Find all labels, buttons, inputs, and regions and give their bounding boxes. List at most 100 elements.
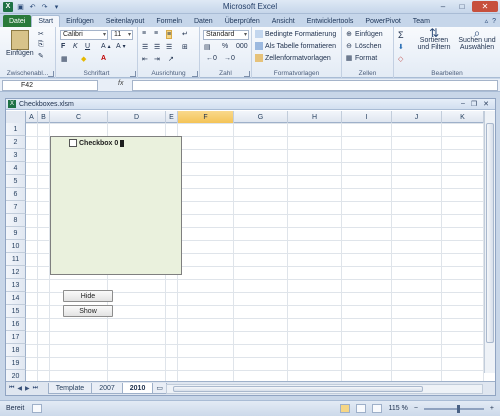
increase-decimal-icon[interactable]: ←0 xyxy=(206,55,217,62)
fill-icon[interactable]: ⬇ xyxy=(398,43,404,51)
tab-daten[interactable]: Daten xyxy=(188,15,219,27)
minimize-icon[interactable]: – xyxy=(434,1,452,12)
undo-icon[interactable]: ↶ xyxy=(28,2,37,11)
increase-indent-icon[interactable]: ⇥ xyxy=(154,55,160,63)
paste-button[interactable]: Einfügen xyxy=(6,30,34,57)
wrap-text-icon[interactable]: ≡ xyxy=(166,30,173,39)
row-header[interactable]: 14 xyxy=(6,292,26,305)
show-button[interactable]: Show xyxy=(63,305,113,317)
copy-icon[interactable]: ⎘ xyxy=(38,41,44,49)
vertical-scroll-thumb[interactable] xyxy=(486,123,494,343)
minimize-ribbon-icon[interactable]: ▵ xyxy=(485,17,489,25)
formula-input[interactable] xyxy=(132,80,498,91)
thousands-icon[interactable]: 000 xyxy=(236,43,248,50)
select-all-corner[interactable] xyxy=(6,111,26,123)
column-header[interactable]: D xyxy=(108,111,166,123)
page-break-view-icon[interactable] xyxy=(372,404,383,413)
column-header[interactable]: B xyxy=(38,111,50,123)
tab-start[interactable]: Start xyxy=(31,15,61,27)
row-header[interactable]: 6 xyxy=(6,188,26,201)
customize-qat-icon[interactable]: ▾ xyxy=(52,2,61,11)
find-select-button[interactable]: ⌕ Suchen und Auswählen xyxy=(456,27,498,51)
row-header[interactable]: 12 xyxy=(6,266,26,279)
help-icon[interactable]: ? xyxy=(492,18,496,25)
redo-icon[interactable]: ↷ xyxy=(40,2,49,11)
normal-view-icon[interactable] xyxy=(340,404,351,413)
maximize-icon[interactable]: □ xyxy=(453,1,471,12)
number-format-select[interactable]: Standard xyxy=(203,30,249,40)
conditional-formatting-button[interactable]: Bedingte Formatierung xyxy=(255,30,336,38)
align-top-icon[interactable]: ≡ xyxy=(142,30,146,37)
checkbox-box[interactable] xyxy=(69,139,77,147)
decrease-decimal-icon[interactable]: →0 xyxy=(224,55,235,62)
checkbox-container-shape[interactable]: Checkbox 0 xyxy=(50,136,182,275)
row-header[interactable]: 10 xyxy=(6,240,26,253)
column-header[interactable]: J xyxy=(392,111,442,123)
border-icon[interactable]: ▦ xyxy=(61,55,68,63)
align-middle-icon[interactable]: ≡ xyxy=(154,30,158,37)
font-color-icon[interactable]: A xyxy=(101,55,106,62)
underline-button[interactable]: U xyxy=(85,43,90,50)
cell-styles-button[interactable]: Zellenformatvorlagen xyxy=(255,54,331,62)
format-painter-icon[interactable]: ✎ xyxy=(38,52,44,60)
grow-font-icon[interactable]: A ▴ xyxy=(101,43,111,50)
tab-powerpivot[interactable]: PowerPivot xyxy=(359,15,406,27)
horizontal-scroll-thumb[interactable] xyxy=(172,385,423,392)
column-header[interactable]: A xyxy=(26,111,38,123)
workbook-close-icon[interactable]: ✕ xyxy=(483,100,489,108)
row-header[interactable]: 11 xyxy=(6,253,26,266)
row-header[interactable]: 4 xyxy=(6,162,26,175)
alignment-launcher[interactable] xyxy=(192,71,198,77)
column-header[interactable]: H xyxy=(288,111,342,123)
checkbox-control[interactable]: Checkbox 0 xyxy=(69,139,125,147)
page-layout-view-icon[interactable] xyxy=(356,404,367,413)
align-left-icon[interactable]: ☰ xyxy=(142,43,148,51)
insert-cells-button[interactable]: ⊕ Einfügen xyxy=(345,30,383,39)
fill-color-icon[interactable]: ◆ xyxy=(81,55,86,63)
insert-sheet-icon[interactable]: ▭ xyxy=(152,383,167,394)
row-header[interactable]: 9 xyxy=(6,227,26,240)
format-cells-button[interactable]: ▦ Format xyxy=(345,54,377,63)
tab-datei[interactable]: Datei xyxy=(3,15,32,27)
worksheet-grid[interactable]: A B C D E F G H I J K 1 2 3 4 5 6 7 8 9 … xyxy=(6,111,495,381)
tab-ueberpruefen[interactable]: Überprüfen xyxy=(219,15,266,27)
row-header[interactable]: 2 xyxy=(6,136,26,149)
row-header[interactable]: 18 xyxy=(6,344,26,357)
prev-sheet-icon[interactable]: ◀ xyxy=(17,385,22,392)
shrink-font-icon[interactable]: A ▾ xyxy=(116,43,126,50)
column-header[interactable]: C xyxy=(50,111,108,123)
clipboard-launcher[interactable] xyxy=(48,71,54,77)
vertical-scrollbar[interactable] xyxy=(484,111,495,373)
sheet-tab-2007[interactable]: 2007 xyxy=(91,383,123,394)
font-launcher[interactable] xyxy=(130,71,136,77)
row-header[interactable]: 1 xyxy=(6,123,26,136)
last-sheet-icon[interactable]: ⏭ xyxy=(33,385,38,392)
sheet-tab-2010[interactable]: 2010 xyxy=(121,383,154,394)
wrap-icon[interactable]: ↵ xyxy=(182,30,188,38)
workbook-minimize-icon[interactable]: – xyxy=(461,100,465,108)
row-header[interactable]: 13 xyxy=(6,279,26,292)
font-size-select[interactable]: 11 xyxy=(111,30,133,40)
insert-function-button[interactable]: fx xyxy=(118,80,123,87)
tab-einfuegen[interactable]: Einfügen xyxy=(60,15,100,27)
excel-logo-icon[interactable]: X xyxy=(3,1,13,12)
clear-icon[interactable]: ◇ xyxy=(398,55,403,63)
align-center-icon[interactable]: ☰ xyxy=(154,43,160,51)
sort-filter-button[interactable]: ⇅ Sortieren und Filtern xyxy=(414,27,454,51)
decrease-indent-icon[interactable]: ⇤ xyxy=(142,55,148,63)
column-header[interactable]: E xyxy=(166,111,178,123)
column-header-selected[interactable]: F xyxy=(178,111,234,123)
hide-button[interactable]: Hide xyxy=(63,290,113,302)
zoom-slider[interactable] xyxy=(423,404,484,413)
tab-formeln[interactable]: Formeln xyxy=(150,15,188,27)
column-header[interactable]: G xyxy=(234,111,288,123)
orientation-icon[interactable]: ↗ xyxy=(168,55,174,63)
macro-record-icon[interactable] xyxy=(32,404,43,413)
row-header[interactable]: 3 xyxy=(6,149,26,162)
zoom-level[interactable]: 115 % xyxy=(388,405,407,412)
next-sheet-icon[interactable]: ▶ xyxy=(25,385,30,392)
bold-button[interactable]: F xyxy=(61,43,65,50)
column-header[interactable]: I xyxy=(342,111,392,123)
number-launcher[interactable] xyxy=(244,71,250,77)
row-header[interactable]: 17 xyxy=(6,331,26,344)
